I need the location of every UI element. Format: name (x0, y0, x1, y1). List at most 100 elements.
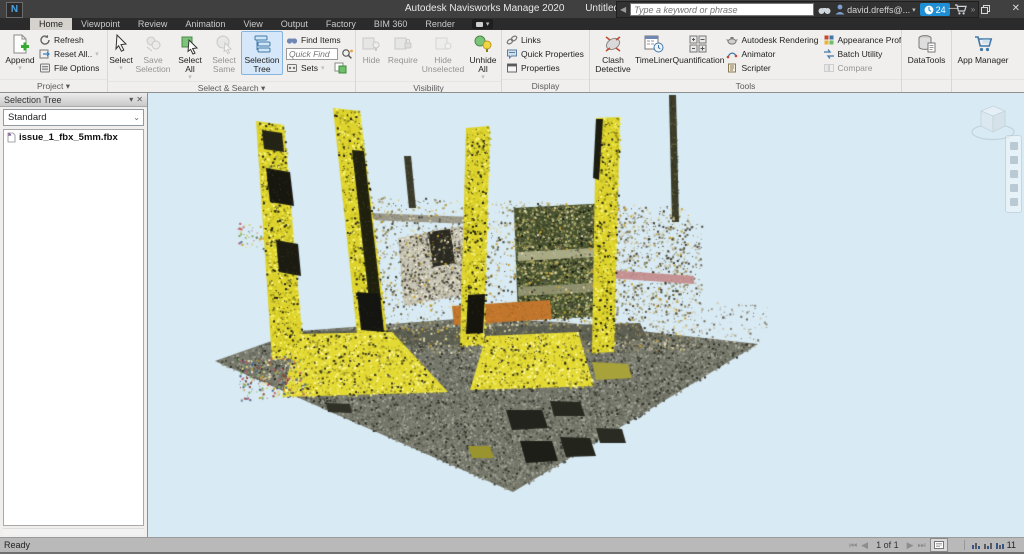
quick-find-icon[interactable] (341, 48, 354, 60)
append-label: Append (5, 55, 35, 65)
save-selection-label: Save Selection (135, 55, 171, 74)
refresh-button[interactable]: Refresh (39, 33, 99, 47)
group-datatools-label (902, 79, 951, 92)
status-ready: Ready (4, 540, 31, 550)
refresh-label: Refresh (54, 35, 84, 45)
tab-home[interactable]: Home (30, 18, 73, 30)
last-sheet-icon[interactable]: ⏭ (918, 540, 926, 551)
find-items-label: Find Items (301, 35, 341, 45)
select-all-button[interactable]: Select All ▾ (173, 31, 207, 81)
panel-close-icon[interactable]: ✕ (136, 95, 143, 104)
search-input[interactable] (630, 3, 815, 16)
selection-tree-mode-select[interactable]: Standard ⌄ (3, 109, 144, 126)
tab-factory[interactable]: Factory (317, 18, 365, 30)
app-manager-button[interactable]: App Manager (954, 31, 1012, 65)
group-select-search: Select ▾ Save Selection Select All ▾ Sel… (108, 30, 356, 92)
infocenter-collapse-icon[interactable]: ◀ (620, 5, 626, 14)
sets-button[interactable]: Sets ▾ (286, 61, 354, 75)
document-title: Untitled (585, 3, 620, 14)
group-select-search-label[interactable]: Select & Search ▾ (108, 81, 355, 92)
search-binoculars-icon[interactable] (818, 4, 831, 15)
save-selection-button: Save Selection (133, 31, 173, 74)
append-button[interactable]: Append ▾ (1, 31, 39, 72)
signin-user[interactable]: david.dreffs@... ▾ (835, 4, 916, 15)
quick-find-input[interactable] (286, 48, 338, 60)
tab-render[interactable]: Render (416, 18, 464, 30)
hide-icon (360, 33, 382, 55)
selection-tree-header[interactable]: Selection Tree ▾ ✕ (0, 93, 147, 107)
tab-output[interactable]: Output (272, 18, 317, 30)
links-label: Links (521, 35, 541, 45)
group-project: Append ▾ Refresh Reset All.. ▾ File Opti… (0, 30, 108, 92)
sheet-browser-button[interactable] (929, 538, 948, 552)
select-same-icon (213, 33, 235, 55)
scripter-icon (726, 62, 738, 74)
select-button[interactable]: Select ▾ (109, 31, 133, 72)
reset-all-button[interactable]: Reset All.. ▾ (39, 47, 99, 61)
clash-detective-icon (602, 33, 624, 55)
navigation-bar[interactable] (1005, 135, 1022, 213)
panel-hscrollbar[interactable] (3, 528, 144, 535)
appearance-profiler-button[interactable]: Appearance Profiler (823, 33, 901, 47)
nav-tool-icon[interactable] (1009, 170, 1018, 178)
autodesk-rendering-icon (726, 34, 739, 46)
properties-button[interactable]: Properties (506, 61, 584, 75)
selection-tree-button[interactable]: Selection Tree (241, 31, 283, 75)
datatools-button[interactable]: DataTools (904, 31, 950, 65)
hide-label: Hide (362, 55, 381, 65)
batch-utility-button[interactable]: Batch Utility (823, 47, 902, 61)
selection-tree-label: Selection Tree (244, 55, 280, 74)
select-icon (110, 33, 132, 55)
scripter-button[interactable]: Scripter (726, 61, 818, 75)
selection-tree-list[interactable]: issue_1_fbx_5mm.fbx (3, 129, 144, 526)
appearance-profiler-icon (823, 34, 835, 46)
quick-find-row (286, 47, 354, 61)
quantification-button[interactable]: Quantification (672, 31, 724, 65)
panel-pin-icon[interactable]: ▾ (129, 95, 133, 104)
animator-button[interactable]: Animator (726, 47, 818, 61)
datatools-icon (916, 33, 938, 55)
sheet-navigation: ⏮ ◀ 1 of 1 ▶ ⏭ (849, 538, 948, 552)
quick-properties-button[interactable]: Quick Properties (506, 47, 584, 61)
find-items-button[interactable]: Find Items (286, 33, 354, 47)
ribbon-toggle-icon (475, 21, 483, 27)
tab-bim360[interactable]: BIM 360 (365, 18, 417, 30)
select-same-button: Select Same (207, 31, 241, 74)
prev-sheet-icon[interactable]: ◀ (861, 540, 868, 551)
group-project-label[interactable]: Project ▾ (0, 79, 107, 92)
group-app-manager-label (952, 79, 1014, 92)
ribbon-toggle-caret-icon: ▾ (485, 21, 490, 28)
app-manager-label: App Manager (957, 55, 1009, 65)
select-caret-icon: ▾ (119, 64, 123, 72)
timeliner-button[interactable]: TimeLiner (635, 31, 672, 65)
notification-badge[interactable]: 24 (919, 3, 950, 16)
tab-view[interactable]: View (234, 18, 271, 30)
next-sheet-icon[interactable]: ▶ (907, 540, 914, 551)
nav-tool-icon[interactable] (1009, 156, 1018, 164)
autodesk-rendering-button[interactable]: Autodesk Rendering (726, 33, 819, 47)
minimize-button[interactable]: ― (949, 0, 959, 18)
reset-all-label: Reset All.. (54, 49, 93, 59)
hide-button: Hide (357, 31, 386, 65)
datatools-label: DataTools (907, 55, 946, 65)
nav-tool-icon[interactable] (1009, 142, 1018, 150)
close-button[interactable]: ✕ (1012, 0, 1020, 18)
first-sheet-icon[interactable]: ⏮ (849, 540, 857, 551)
append-icon (9, 33, 31, 55)
nav-tool-icon[interactable] (1009, 198, 1018, 206)
tree-item-model[interactable]: issue_1_fbx_5mm.fbx (6, 132, 141, 143)
select-all-caret-icon: ▾ (188, 73, 192, 81)
clash-detective-button[interactable]: Clash Detective (591, 31, 635, 74)
unhide-all-button[interactable]: Unhide All ▾ (466, 31, 500, 81)
tab-viewpoint[interactable]: Viewpoint (72, 18, 129, 30)
clock-icon (924, 5, 934, 14)
viewport-canvas[interactable] (148, 93, 1024, 537)
tab-animation[interactable]: Animation (176, 18, 234, 30)
selection-inspector-icon[interactable] (334, 62, 347, 74)
file-options-button[interactable]: File Options (39, 61, 99, 75)
links-button[interactable]: Links (506, 33, 584, 47)
ribbon-display-toggle[interactable]: ▾ (471, 19, 494, 29)
restore-button[interactable] (980, 4, 990, 14)
tab-review[interactable]: Review (129, 18, 177, 30)
nav-tool-icon[interactable] (1009, 184, 1018, 192)
